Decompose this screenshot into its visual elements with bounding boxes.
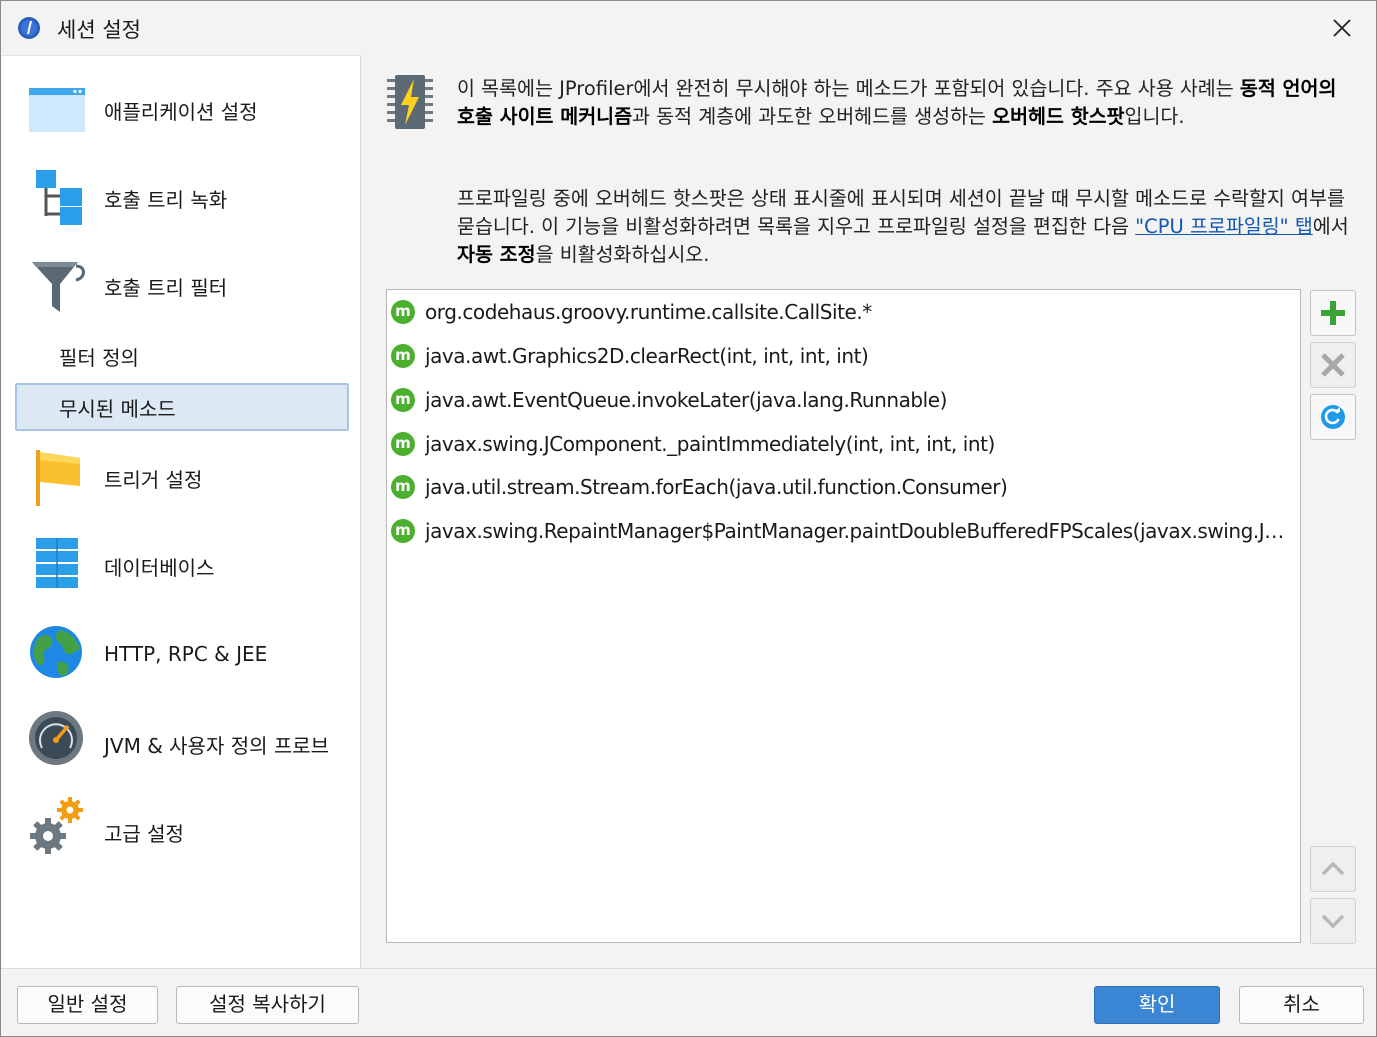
description-text: 과 동적 계층에 과도한 오버헤드를 생성하는 bbox=[632, 105, 993, 128]
method-icon: m bbox=[391, 344, 415, 368]
remove-method-button[interactable] bbox=[1310, 342, 1356, 388]
sidebar-item-label: HTTP, RPC & JEE bbox=[104, 642, 268, 666]
close-button[interactable] bbox=[1319, 9, 1365, 47]
list-item[interactable]: m javax.swing.JComponent._paintImmediate… bbox=[387, 422, 1300, 466]
chevron-down-icon bbox=[1321, 914, 1345, 929]
delete-icon bbox=[1321, 353, 1345, 377]
plus-icon bbox=[1321, 301, 1345, 325]
description-text: 입니다. bbox=[1124, 105, 1185, 128]
method-icon: m bbox=[391, 432, 415, 456]
call-tree-icon bbox=[36, 170, 82, 225]
close-icon bbox=[1333, 19, 1351, 37]
sidebar-item-label: 호출 트리 녹화 bbox=[104, 188, 228, 212]
add-method-button[interactable] bbox=[1310, 290, 1356, 336]
sidebar-item-ignored-methods[interactable]: 무시된 메소드 bbox=[15, 383, 349, 431]
list-item[interactable]: m java.awt.Graphics2D.clearRect(int, int… bbox=[387, 334, 1300, 378]
sidebar-item-call-tree-recording[interactable]: 호출 트리 녹화 bbox=[2, 156, 360, 236]
sidebar-item-label: 데이터베이스 bbox=[104, 556, 215, 580]
chevron-up-icon bbox=[1321, 861, 1345, 876]
method-icon: m bbox=[391, 519, 415, 543]
method-name: java.awt.EventQueue.invokeLater(java.lan… bbox=[425, 388, 947, 412]
flag-icon bbox=[36, 450, 80, 506]
list-item[interactable]: m java.util.stream.Stream.forEach(java.u… bbox=[387, 465, 1300, 509]
description-text: 을 비활성화하십시오. bbox=[535, 243, 710, 266]
cancel-button[interactable]: 취소 bbox=[1239, 986, 1364, 1024]
reset-defaults-button[interactable] bbox=[1310, 394, 1356, 440]
sidebar-item-databases[interactable]: 데이터베이스 bbox=[2, 524, 360, 604]
window-title: 세션 설정 bbox=[57, 18, 141, 42]
general-settings-button[interactable]: 일반 설정 bbox=[17, 986, 158, 1024]
method-name: java.awt.Graphics2D.clearRect(int, int, … bbox=[425, 344, 869, 368]
list-item[interactable]: m org.codehaus.groovy.runtime.callsite.C… bbox=[387, 290, 1300, 334]
sidebar-item-label: 고급 설정 bbox=[104, 822, 184, 846]
description-text: 이 목록에는 JProfiler에서 완전히 무시해야 하는 메소드가 포함되어… bbox=[457, 77, 1240, 100]
sidebar-item-label: 무시된 메소드 bbox=[59, 397, 176, 421]
jprofiler-app-icon bbox=[18, 17, 40, 39]
method-name: javax.swing.RepaintManager$PaintManager.… bbox=[425, 519, 1295, 543]
method-name: org.codehaus.groovy.runtime.callsite.Cal… bbox=[425, 300, 872, 324]
app-window-icon bbox=[29, 88, 85, 132]
sidebar-item-label: 호출 트리 필터 bbox=[104, 276, 228, 300]
description-paragraph-1: 이 목록에는 JProfiler에서 완전히 무시해야 하는 메소드가 포함되어… bbox=[457, 75, 1353, 131]
move-down-button[interactable] bbox=[1310, 898, 1356, 944]
sidebar-item-call-tree-filter[interactable]: 호출 트리 필터 bbox=[2, 244, 360, 324]
funnel-icon bbox=[32, 262, 85, 312]
globe-icon bbox=[30, 626, 82, 678]
description-bold: 오버헤드 핫스팟 bbox=[992, 105, 1125, 128]
sidebar-item-advanced-settings[interactable]: 고급 설정 bbox=[2, 788, 360, 868]
ignored-methods-list[interactable]: m org.codehaus.groovy.runtime.callsite.C… bbox=[386, 289, 1301, 943]
method-icon: m bbox=[391, 300, 415, 324]
reset-icon bbox=[1321, 405, 1345, 429]
overhead-hotspot-icon bbox=[387, 75, 433, 129]
database-icon bbox=[36, 538, 78, 588]
sidebar-item-label: 애플리케이션 설정 bbox=[104, 100, 258, 124]
settings-sidebar: 애플리케이션 설정 호출 트리 녹화 호출 트리 필터 필터 정의 무시된 메소… bbox=[2, 55, 361, 969]
sidebar-item-label: 필터 정의 bbox=[59, 346, 139, 370]
description-text: 에서 bbox=[1312, 215, 1349, 238]
sidebar-item-label: JVM & 사용자 정의 프로브 bbox=[104, 734, 330, 758]
list-item[interactable]: m javax.swing.RepaintManager$PaintManage… bbox=[387, 509, 1300, 553]
sidebar-item-filter-definition[interactable]: 필터 정의 bbox=[15, 332, 345, 376]
description-bold: 자동 조정 bbox=[457, 243, 536, 266]
sidebar-item-application-settings[interactable]: 애플리케이션 설정 bbox=[2, 68, 360, 148]
sidebar-item-trigger-settings[interactable]: 트리거 설정 bbox=[2, 436, 360, 516]
copy-settings-button[interactable]: 설정 복사하기 bbox=[176, 986, 359, 1024]
gears-icon bbox=[30, 797, 83, 854]
description-paragraph-2: 프로파일링 중에 오버헤드 핫스팟은 상태 표시줄에 표시되며 세션이 끝날 때… bbox=[457, 185, 1353, 269]
move-up-button[interactable] bbox=[1310, 846, 1356, 892]
gauge-icon bbox=[29, 711, 83, 765]
session-settings-dialog: 세션 설정 애플리케이션 설정 호출 트리 녹화 호출 트리 필터 필터 정의 … bbox=[0, 0, 1377, 1037]
sidebar-item-label: 트리거 설정 bbox=[104, 468, 203, 492]
sidebar-item-http-rpc-jee[interactable]: HTTP, RPC & JEE bbox=[2, 612, 360, 692]
method-icon: m bbox=[391, 475, 415, 499]
title-bar: 세션 설정 bbox=[1, 1, 1376, 55]
footer-divider bbox=[1, 968, 1376, 969]
sidebar-item-jvm-custom-probes[interactable]: JVM & 사용자 정의 프로브 bbox=[2, 700, 360, 780]
list-item[interactable]: m java.awt.EventQueue.invokeLater(java.l… bbox=[387, 378, 1300, 422]
method-icon: m bbox=[391, 388, 415, 412]
cpu-profiling-tab-link[interactable]: "CPU 프로파일링" 탭 bbox=[1135, 215, 1313, 238]
method-name: java.util.stream.Stream.forEach(java.uti… bbox=[425, 475, 1008, 499]
method-name: javax.swing.JComponent._paintImmediately… bbox=[425, 432, 995, 456]
ok-button[interactable]: 확인 bbox=[1094, 986, 1220, 1024]
